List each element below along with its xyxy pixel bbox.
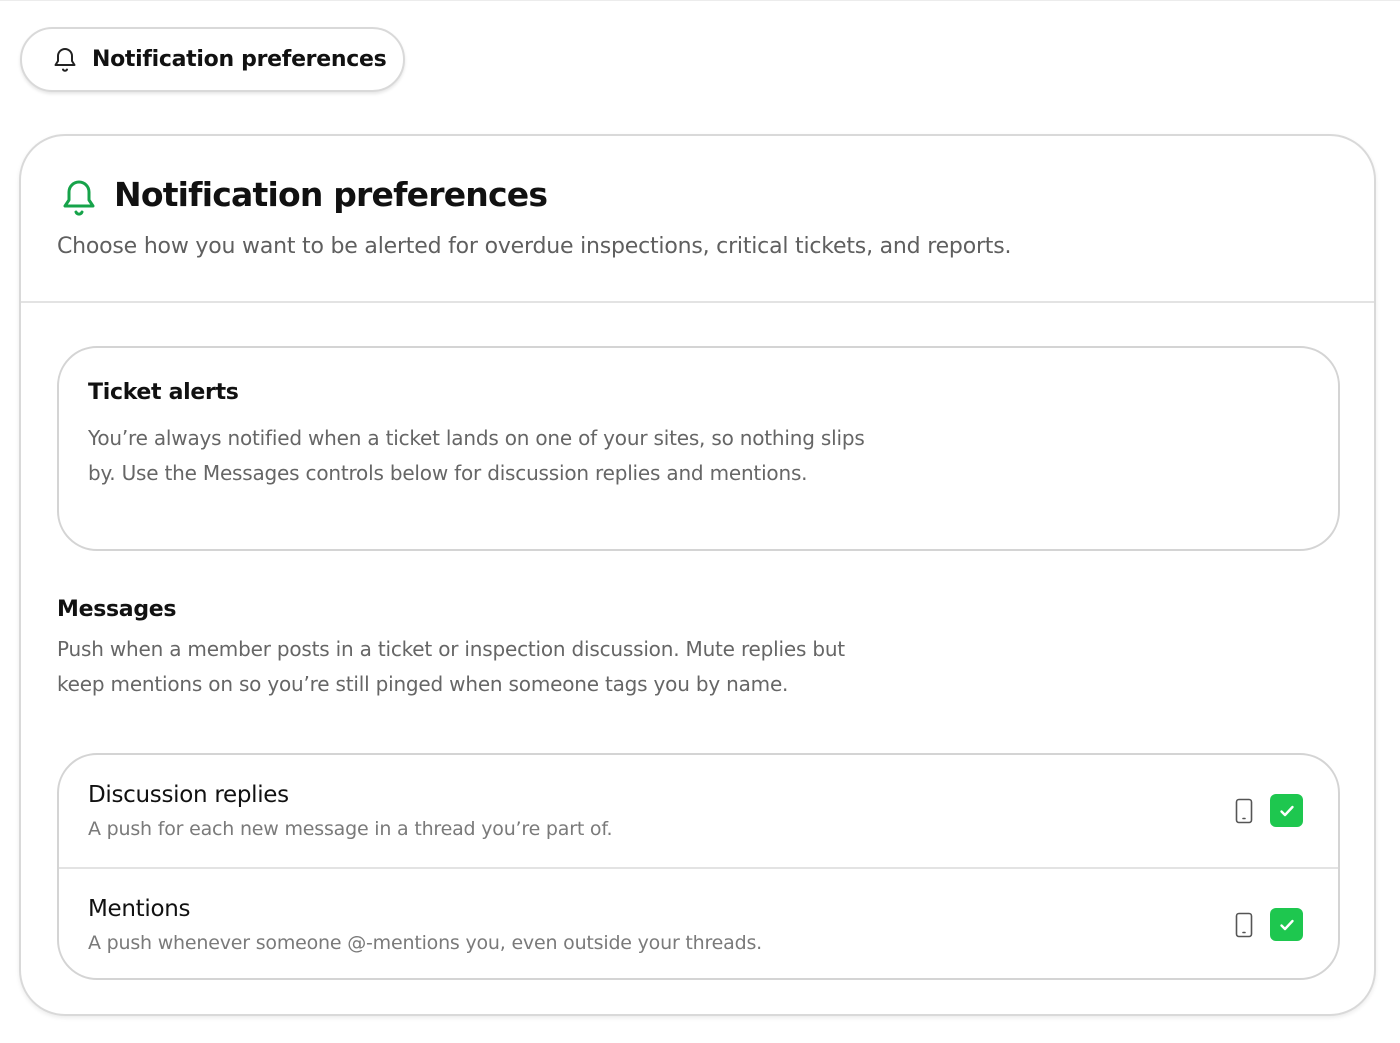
card-subtitle: Choose how you want to be alerted for ov… bbox=[57, 234, 1012, 259]
card-header: Notification preferences Choose how you … bbox=[21, 136, 1374, 303]
notification-preferences-button[interactable]: Notification preferences bbox=[20, 27, 405, 92]
phone-icon bbox=[1235, 912, 1253, 938]
card-title: Notification preferences bbox=[114, 175, 548, 214]
option-mentions: Mentions A push whenever someone @-menti… bbox=[59, 867, 1338, 978]
mentions-push-checkbox[interactable] bbox=[1270, 908, 1303, 941]
option-title: Discussion replies bbox=[88, 782, 289, 808]
notification-preferences-card: Notification preferences Choose how you … bbox=[19, 134, 1376, 1016]
messages-description: Push when a member posts in a ticket or … bbox=[57, 637, 845, 696]
pill-label: Notification preferences bbox=[92, 47, 387, 72]
messages-options-list: Discussion replies A push for each new m… bbox=[57, 753, 1340, 980]
option-description: A push whenever someone @-mentions you, … bbox=[88, 932, 763, 954]
ticket-alerts-title: Ticket alerts bbox=[88, 380, 239, 405]
phone-icon bbox=[1235, 798, 1253, 824]
checkmark-icon bbox=[1279, 919, 1294, 930]
ticket-alerts-description: You’re always notified when a ticket lan… bbox=[88, 426, 865, 485]
checkmark-icon bbox=[1279, 805, 1294, 816]
option-description: A push for each new message in a thread … bbox=[88, 818, 613, 840]
bell-icon bbox=[50, 45, 80, 75]
bell-icon bbox=[58, 177, 100, 219]
messages-title: Messages bbox=[57, 597, 177, 622]
discussion-replies-push-checkbox[interactable] bbox=[1270, 794, 1303, 827]
option-title: Mentions bbox=[88, 896, 191, 922]
top-divider bbox=[0, 0, 1400, 1]
ticket-alerts-panel: Ticket alerts You’re always notified whe… bbox=[57, 346, 1340, 551]
option-discussion-replies: Discussion replies A push for each new m… bbox=[59, 755, 1338, 867]
